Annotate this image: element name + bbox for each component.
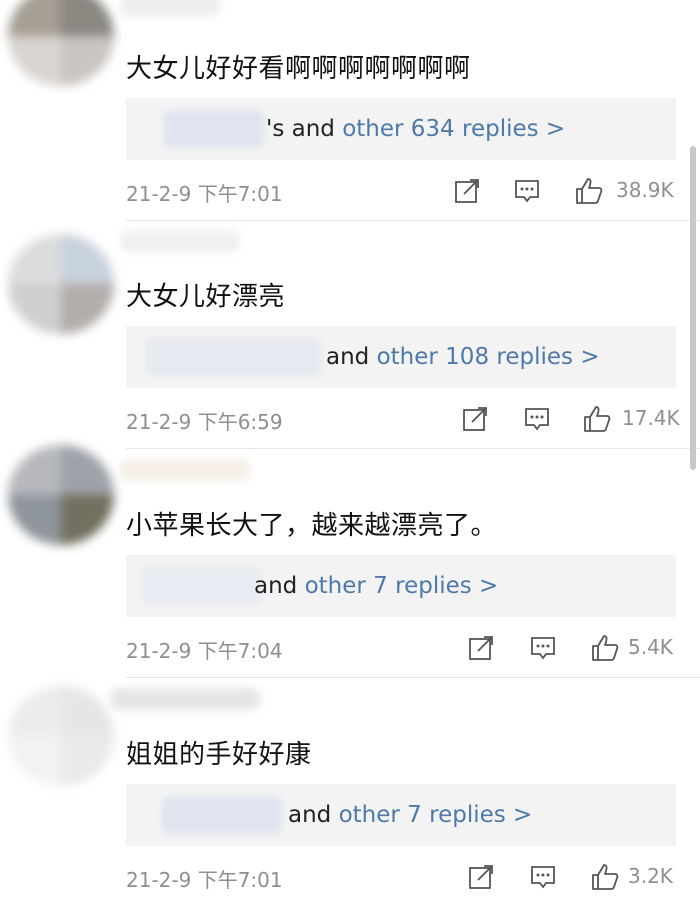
comment-text: 大女儿好漂亮 <box>126 282 286 312</box>
replies-preview[interactable]: and other 7 replies > <box>126 555 676 617</box>
like-count: 3.2K <box>628 864 673 888</box>
view-replies-link[interactable]: other 7 replies > <box>305 573 499 599</box>
replies-preview[interactable]: 's and other 634 replies > <box>126 98 676 160</box>
timestamp: 21-2-9 下午7:01 <box>126 182 283 206</box>
like-count: 17.4K <box>622 406 680 430</box>
comment-item: 小苹果长大了，越来越漂亮了。 and other 7 replies > 21-… <box>0 445 700 685</box>
username-blurred[interactable] <box>120 459 250 481</box>
like-count: 5.4K <box>628 635 673 659</box>
comment-icon[interactable] <box>522 404 552 434</box>
share-icon[interactable] <box>466 633 496 663</box>
view-replies-link[interactable]: other 634 replies > <box>342 116 565 142</box>
divider <box>126 220 700 221</box>
share-icon[interactable] <box>460 404 490 434</box>
like-icon[interactable] <box>590 862 620 892</box>
reply-prefix: and <box>288 802 332 828</box>
comment-meta: 21-2-9 下午6:59 17.4K <box>126 404 686 434</box>
like-count: 38.9K <box>616 178 674 202</box>
comment-item: 姐姐的手好好康 and other 7 replies > 21-2-9 下午7… <box>0 686 700 914</box>
comment-meta: 21-2-9 下午7:04 5.4K <box>126 633 686 663</box>
comment-text: 小苹果长大了，越来越漂亮了。 <box>126 511 498 541</box>
username-blurred[interactable] <box>120 0 220 16</box>
timestamp: 21-2-9 下午7:04 <box>126 639 283 663</box>
view-replies-link[interactable]: other 108 replies > <box>377 344 600 370</box>
comment-icon[interactable] <box>528 633 558 663</box>
view-replies-link[interactable]: other 7 replies > <box>339 802 533 828</box>
like-icon[interactable] <box>590 633 620 663</box>
avatar[interactable] <box>8 0 114 86</box>
comment-text: 姐姐的手好好康 <box>126 740 312 770</box>
comment-item: 大女儿好漂亮 and other 108 replies > 21-2-9 下午… <box>0 228 700 456</box>
timestamp: 21-2-9 下午7:01 <box>126 868 283 892</box>
replies-preview[interactable]: and other 108 replies > <box>126 326 676 388</box>
avatar[interactable] <box>8 445 114 545</box>
reply-prefix: and <box>326 344 370 370</box>
scrollbar[interactable] <box>690 146 696 470</box>
avatar[interactable] <box>8 234 114 334</box>
divider <box>126 448 700 449</box>
like-icon[interactable] <box>582 404 612 434</box>
comment-meta: 21-2-9 下午7:01 38.9K <box>126 176 686 206</box>
reply-prefix: and <box>254 573 298 599</box>
avatar[interactable] <box>8 686 114 786</box>
share-icon[interactable] <box>452 176 482 206</box>
divider <box>126 677 700 678</box>
comment-item: 大女儿好好看啊啊啊啊啊啊啊 's and other 634 replies >… <box>0 0 700 228</box>
comment-meta: 21-2-9 下午7:01 3.2K <box>126 862 686 892</box>
timestamp: 21-2-9 下午6:59 <box>126 410 283 434</box>
comment-icon[interactable] <box>528 862 558 892</box>
comment-text: 大女儿好好看啊啊啊啊啊啊啊 <box>126 54 471 84</box>
comment-icon[interactable] <box>512 176 542 206</box>
username-blurred[interactable] <box>110 688 260 710</box>
like-icon[interactable] <box>574 176 604 206</box>
reply-prefix: 's and <box>266 116 335 142</box>
replies-preview[interactable]: and other 7 replies > <box>126 784 676 846</box>
share-icon[interactable] <box>466 862 496 892</box>
username-blurred[interactable] <box>120 230 240 252</box>
